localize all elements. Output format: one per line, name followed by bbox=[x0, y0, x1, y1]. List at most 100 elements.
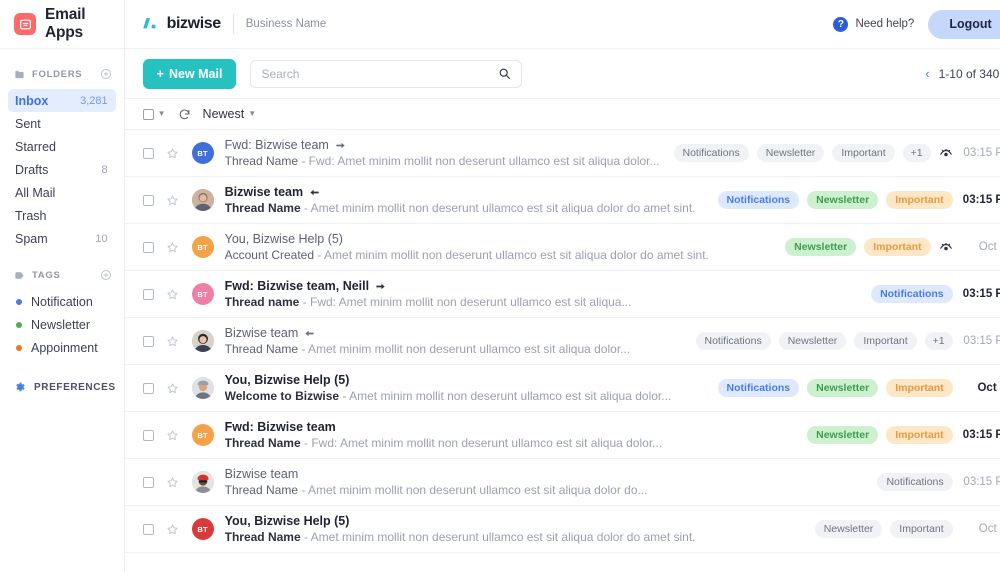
status-badge[interactable]: Important bbox=[854, 332, 917, 350]
list-controls: ▼ Newest ▼ bbox=[124, 99, 1000, 130]
subject: Thread Name bbox=[224, 436, 301, 450]
business-name: Business Name bbox=[245, 18, 327, 30]
row-checkbox[interactable] bbox=[142, 476, 154, 488]
status-badge[interactable]: Important bbox=[886, 191, 953, 209]
row-subject-line: Account Created - Amet minim mollit non … bbox=[225, 248, 772, 262]
timestamp: 03:15 PM bbox=[962, 429, 1000, 441]
sidebar-item-spam[interactable]: Spam 10 bbox=[8, 227, 116, 250]
status-badge[interactable]: Important bbox=[864, 238, 931, 256]
sidebar-tag-notification[interactable]: Notification bbox=[8, 290, 116, 313]
table-row[interactable]: Bizwise team Thread Name - Amet minim mo… bbox=[124, 318, 1000, 365]
table-row[interactable]: You, Bizwise Help (5) Welcome to Bizwise… bbox=[124, 365, 1000, 412]
row-content: Bizwise team Thread Name - Amet minim mo… bbox=[225, 467, 864, 497]
new-mail-button[interactable]: + New Mail bbox=[142, 58, 237, 89]
row-sender-line: You, Bizwise Help (5) bbox=[225, 232, 772, 246]
row-checkbox[interactable] bbox=[142, 382, 154, 394]
sidebar-item-sent[interactable]: Sent bbox=[8, 112, 116, 135]
star-icon[interactable] bbox=[166, 429, 179, 442]
sidebar-tag-newsletter[interactable]: Newsletter bbox=[8, 313, 116, 336]
refresh-icon[interactable] bbox=[178, 108, 191, 121]
status-badge[interactable]: Important bbox=[886, 379, 953, 397]
mark-unread-eye-icon[interactable] bbox=[939, 147, 953, 159]
row-checkbox[interactable] bbox=[142, 241, 154, 253]
select-all-control[interactable]: ▼ bbox=[142, 108, 166, 120]
row-checkbox[interactable] bbox=[142, 147, 154, 159]
status-badge[interactable]: Newsletter bbox=[807, 379, 879, 397]
caret-down-icon[interactable]: ▼ bbox=[158, 110, 166, 118]
star-icon[interactable] bbox=[166, 476, 179, 489]
sidebar-item-preferences[interactable]: PREFERENCES bbox=[14, 381, 116, 393]
more-badges-badge[interactable]: +1 bbox=[924, 332, 953, 350]
caret-down-icon[interactable]: ▼ bbox=[248, 110, 256, 118]
status-badge[interactable]: Important bbox=[890, 520, 953, 538]
timestamp: Oct 12 bbox=[978, 241, 1000, 253]
new-mail-label: New Mail bbox=[168, 66, 223, 81]
status-badge[interactable]: Newsletter bbox=[778, 332, 847, 350]
table-row[interactable]: BT Fwd: Bizwise team, Neill Thread name … bbox=[124, 271, 1000, 318]
status-badge[interactable]: Notifications bbox=[871, 285, 953, 303]
star-icon[interactable] bbox=[166, 288, 179, 301]
status-badge[interactable]: Newsletter bbox=[756, 144, 825, 162]
status-badge[interactable]: Newsletter bbox=[785, 238, 857, 256]
sidebar-item-label: Sent bbox=[15, 116, 41, 131]
table-row[interactable]: Bizwise team Thread Name - Amet minim mo… bbox=[124, 459, 1000, 506]
table-row[interactable]: BT Fwd: Bizwise team Thread Name - Fwd: … bbox=[124, 130, 1000, 177]
main-content: bizwise Business Name ? Need help? Logou… bbox=[124, 0, 1000, 572]
need-help-button[interactable]: ? Need help? bbox=[833, 16, 914, 32]
add-tag-icon[interactable] bbox=[100, 269, 112, 281]
table-row[interactable]: BT Fwd: Bizwise team Thread Name - Fwd: … bbox=[124, 412, 1000, 459]
status-badge[interactable]: Important bbox=[832, 144, 895, 162]
star-icon[interactable] bbox=[166, 382, 179, 395]
sidebar-item-starred[interactable]: Starred bbox=[8, 135, 116, 158]
search-icon[interactable] bbox=[498, 67, 511, 80]
star-icon[interactable] bbox=[166, 335, 179, 348]
status-badge[interactable]: Newsletter bbox=[807, 191, 879, 209]
app-title: Email Apps bbox=[45, 6, 86, 41]
avatar: BT bbox=[191, 518, 214, 540]
search-input[interactable] bbox=[261, 66, 499, 81]
avatar bbox=[191, 377, 214, 399]
star-icon[interactable] bbox=[166, 194, 179, 207]
sidebar-item-all-mail[interactable]: All Mail bbox=[8, 181, 116, 204]
row-meta: Notifications Newsletter Important 03:15… bbox=[717, 191, 1000, 209]
add-folder-icon[interactable] bbox=[100, 68, 112, 80]
row-checkbox[interactable] bbox=[142, 288, 154, 300]
sort-label: Newest bbox=[202, 107, 245, 121]
status-badge[interactable]: Newsletter bbox=[807, 426, 879, 444]
search-box[interactable] bbox=[250, 59, 523, 88]
row-checkbox[interactable] bbox=[142, 523, 154, 535]
status-badge[interactable]: Notifications bbox=[695, 332, 771, 350]
sort-control[interactable]: Newest ▼ bbox=[203, 107, 257, 121]
sidebar-tag-appoinment[interactable]: Appoinment bbox=[8, 336, 116, 359]
sidebar-item-count: 3,281 bbox=[80, 94, 108, 107]
row-meta: Newsletter Important Oct 12 bbox=[814, 520, 1000, 538]
row-subject-line: Thread Name - Amet minim mollit non dese… bbox=[225, 342, 682, 356]
checkbox-icon[interactable] bbox=[142, 108, 154, 120]
status-badge[interactable]: Notifications bbox=[717, 191, 800, 209]
row-checkbox[interactable] bbox=[142, 335, 154, 347]
status-badge[interactable]: Important bbox=[886, 426, 953, 444]
status-badge[interactable]: Notifications bbox=[673, 144, 749, 162]
star-icon[interactable] bbox=[166, 523, 179, 536]
row-content: You, Bizwise Help (5) Account Created - … bbox=[225, 232, 772, 262]
table-row[interactable]: Bizwise team Thread Name - Amet minim mo… bbox=[124, 177, 1000, 224]
status-badge[interactable]: Newsletter bbox=[814, 520, 883, 538]
sender-name: You, Bizwise Help (5) bbox=[224, 232, 343, 246]
row-checkbox[interactable] bbox=[142, 429, 154, 441]
star-icon[interactable] bbox=[166, 241, 179, 254]
table-row[interactable]: BT You, Bizwise Help (5) Account Created… bbox=[124, 224, 1000, 271]
logout-button[interactable]: Logout bbox=[928, 9, 1000, 39]
star-icon[interactable] bbox=[166, 147, 179, 160]
sidebar-item-trash[interactable]: Trash bbox=[8, 204, 116, 227]
sidebar-item-drafts[interactable]: Drafts 8 bbox=[8, 158, 116, 181]
chevron-left-icon[interactable]: ‹ bbox=[925, 67, 929, 80]
folders-label: FOLDERS bbox=[32, 68, 83, 80]
mark-unread-eye-icon[interactable] bbox=[939, 241, 953, 253]
more-badges-badge[interactable]: +1 bbox=[902, 144, 931, 162]
status-badge[interactable]: Notifications bbox=[877, 473, 953, 491]
table-row[interactable]: BT You, Bizwise Help (5) Thread Name - A… bbox=[124, 506, 1000, 553]
status-badge[interactable]: Notifications bbox=[717, 379, 800, 397]
sidebar-item-inbox[interactable]: Inbox 3,281 bbox=[8, 89, 116, 112]
avatar bbox=[191, 471, 214, 493]
row-checkbox[interactable] bbox=[142, 194, 154, 206]
